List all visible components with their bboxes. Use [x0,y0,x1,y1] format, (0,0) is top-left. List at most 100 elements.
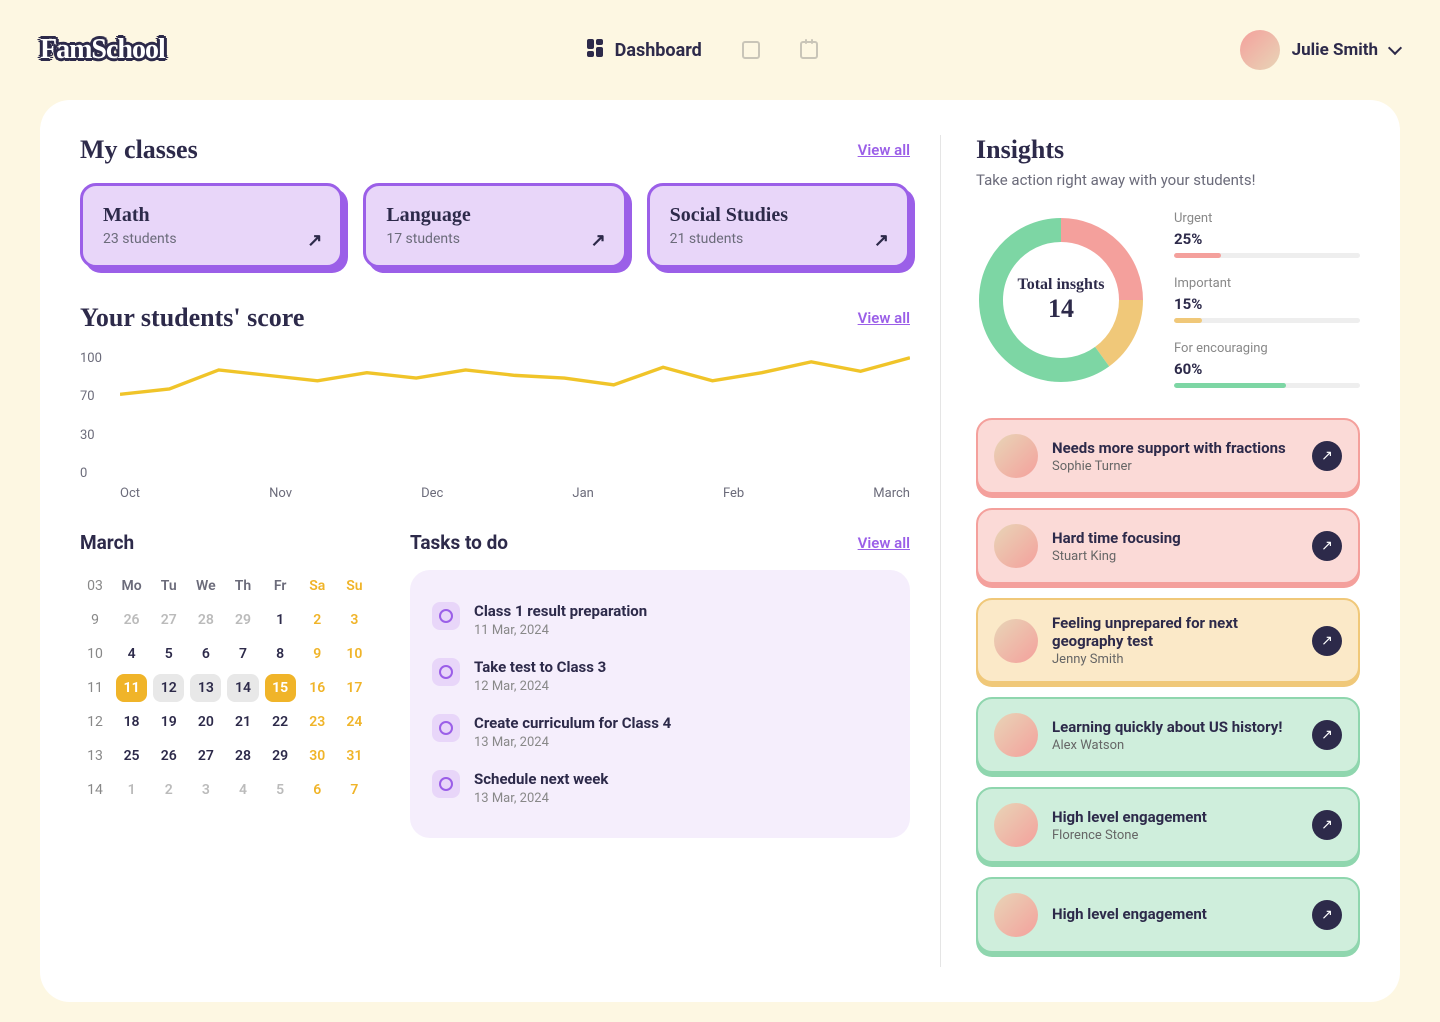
calendar-day[interactable]: 30 [302,742,333,770]
calendar-day[interactable]: 8 [265,640,296,668]
insight-card[interactable]: High level engagement Florence Stone ↗ [976,787,1360,863]
insight-arrow-button[interactable]: ↗ [1312,900,1342,930]
calendar-day[interactable]: 22 [265,708,296,736]
calendar-day[interactable]: 28 [190,606,221,634]
calendar-day[interactable]: 25 [116,742,147,770]
insight-text: Feeling unprepared for next geography te… [1052,614,1298,650]
stat-label: Urgent [1174,211,1360,226]
calendar-day[interactable]: 12 [153,674,184,702]
insight-arrow-button[interactable]: ↗ [1312,810,1342,840]
insight-card[interactable]: Learning quickly about US history! Alex … [976,697,1360,773]
calendar-day[interactable]: 6 [190,640,221,668]
chevron-down-icon [1388,41,1402,55]
arrow-icon: ↗ [307,230,322,251]
calendar-day[interactable]: 28 [227,742,258,770]
nav-dashboard[interactable]: Dashboard [587,39,702,62]
task-date: 13 Mar, 2024 [474,791,888,806]
insight-arrow-button[interactable]: ↗ [1312,531,1342,561]
class-card-2[interactable]: Social Studies 21 students ↗ [647,183,910,268]
student-avatar [994,434,1038,478]
calendar-day[interactable]: 27 [153,606,184,634]
student-name: Jenny Smith [1052,652,1298,667]
calendar-day[interactable]: 17 [339,674,370,702]
calendar-day[interactable]: 24 [339,708,370,736]
scores-title: Your students' score [80,303,304,333]
calendar-day[interactable]: 16 [302,674,333,702]
insight-stat: For encouraging 60% [1174,341,1360,388]
donut-value: 14 [1048,294,1074,324]
calendar-day[interactable]: 3 [339,606,370,634]
calendar-day[interactable]: 27 [190,742,221,770]
arrow-icon: ↗ [591,230,606,251]
calendar-day[interactable]: 3 [190,776,221,804]
calendar-day[interactable]: 9 [302,640,333,668]
insight-text: High level engagement [1052,905,1298,923]
user-menu[interactable]: Julie Smith [1240,30,1400,70]
calendar-icon [800,41,818,59]
insight-card[interactable]: Needs more support with fractions Sophie… [976,418,1360,494]
calendar-day[interactable]: 7 [339,776,370,804]
class-name: Math [103,204,320,227]
insight-text: High level engagement [1052,808,1298,826]
brand-logo[interactable]: FamSchool [40,34,165,66]
calendar-day[interactable]: 26 [116,606,147,634]
nav-dashboard-label: Dashboard [615,40,702,61]
calendar-day[interactable]: 5 [265,776,296,804]
student-avatar [994,524,1038,568]
calendar-day[interactable]: 21 [227,708,258,736]
scores-view-all[interactable]: View all [858,309,910,327]
calendar-day[interactable]: 2 [153,776,184,804]
student-avatar [994,893,1038,937]
task-checkbox[interactable] [432,770,460,798]
insight-arrow-button[interactable]: ↗ [1312,441,1342,471]
stat-value: 15% [1174,295,1360,313]
calendar-day[interactable]: 26 [153,742,184,770]
calendar-day[interactable]: 31 [339,742,370,770]
calendar-day[interactable]: 18 [116,708,147,736]
nav-book[interactable] [742,41,760,59]
class-card-0[interactable]: Math 23 students ↗ [80,183,343,268]
calendar-day[interactable]: 4 [116,640,147,668]
insight-arrow-button[interactable]: ↗ [1312,720,1342,750]
insight-arrow-button[interactable]: ↗ [1312,626,1342,656]
task-checkbox[interactable] [432,658,460,686]
calendar-dow: Mo [116,572,147,600]
calendar-day[interactable]: 20 [190,708,221,736]
calendar-day[interactable]: 2 [302,606,333,634]
insight-text: Learning quickly about US history! [1052,718,1298,736]
calendar-day[interactable]: 7 [227,640,258,668]
insight-text: Hard time focusing [1052,529,1298,547]
class-card-1[interactable]: Language 17 students ↗ [363,183,626,268]
class-name: Language [386,204,603,227]
insights-subtitle: Take action right away with your student… [976,171,1360,189]
insight-card[interactable]: Hard time focusing Stuart King ↗ [976,508,1360,584]
task-checkbox[interactable] [432,714,460,742]
calendar-day[interactable]: 29 [227,606,258,634]
calendar-dow: Fr [265,572,296,600]
dashboard-icon [587,39,605,62]
calendar-day[interactable]: 5 [153,640,184,668]
calendar-day[interactable]: 11 [116,674,147,702]
classes-view-all[interactable]: View all [858,141,910,159]
calendar-day[interactable]: 15 [265,674,296,702]
calendar-day[interactable]: 1 [116,776,147,804]
student-name: Stuart King [1052,549,1298,564]
calendar-day[interactable]: 6 [302,776,333,804]
nav-calendar[interactable] [800,41,818,59]
insight-text: Needs more support with fractions [1052,439,1298,457]
calendar-day[interactable]: 1 [265,606,296,634]
calendar-day[interactable]: 14 [227,674,258,702]
classes-title: My classes [80,135,198,165]
calendar-day[interactable]: 10 [339,640,370,668]
calendar-day[interactable]: 23 [302,708,333,736]
calendar-day[interactable]: 13 [190,674,221,702]
task-checkbox[interactable] [432,602,460,630]
stat-value: 25% [1174,230,1360,248]
calendar-day[interactable]: 4 [227,776,258,804]
insight-card[interactable]: Feeling unprepared for next geography te… [976,598,1360,683]
calendar-day[interactable]: 19 [153,708,184,736]
insight-card[interactable]: High level engagement ↗ [976,877,1360,953]
tasks-view-all[interactable]: View all [858,534,910,552]
calendar-day[interactable]: 29 [265,742,296,770]
class-students: 23 students [103,231,320,247]
